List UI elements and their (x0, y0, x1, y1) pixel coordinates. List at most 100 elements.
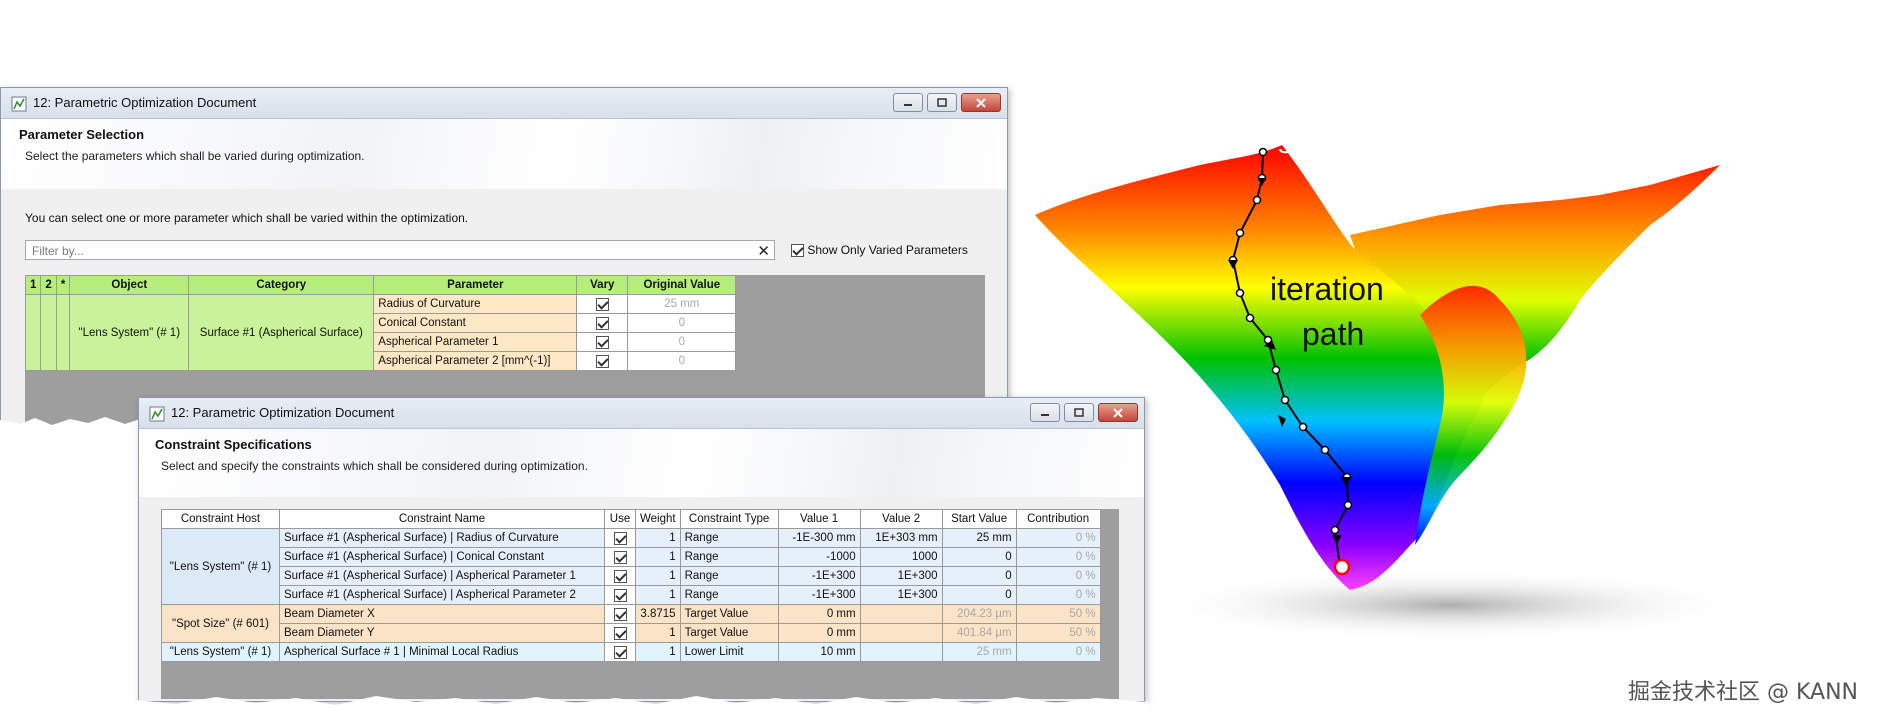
table-row[interactable]: "Spot Size" (# 601) Beam Diameter X 3.87… (161, 604, 1101, 643)
parameter-cell[interactable]: Aspherical Parameter 2 [mm^(-1)] (373, 351, 578, 371)
weight-cell[interactable]: 1 (635, 528, 681, 548)
value2-cell[interactable] (859, 604, 943, 624)
value1-cell[interactable]: 0 mm (777, 623, 861, 643)
value2-cell[interactable]: 1E+303 mm (859, 528, 943, 548)
constraint-type-cell[interactable]: Target Value (679, 623, 779, 643)
value1-cell[interactable]: -1E+300 (777, 566, 861, 586)
column-header[interactable]: Value 1 (777, 509, 861, 529)
use-checkbox[interactable] (613, 607, 627, 621)
start-value-cell: 0 (941, 585, 1017, 605)
value2-cell[interactable] (859, 642, 943, 662)
clear-filter-icon[interactable]: ✕ (757, 242, 770, 260)
column-header[interactable]: 1 (24, 275, 42, 295)
use-checkbox[interactable] (613, 588, 627, 602)
constraint-type-cell[interactable]: Lower Limit (679, 642, 779, 662)
column-header[interactable]: * (55, 275, 71, 295)
column-header[interactable]: Constraint Name (279, 509, 605, 529)
parameter-cell[interactable]: Conical Constant (373, 313, 578, 333)
column-header[interactable]: Weight (635, 509, 681, 529)
constraint-host-cell[interactable]: "Spot Size" (# 601) (161, 604, 280, 643)
close-button[interactable] (961, 93, 1001, 112)
weight-cell[interactable]: 3.8715 (635, 604, 681, 624)
use-checkbox[interactable] (613, 550, 627, 564)
surface-shadow (1150, 570, 1740, 640)
column-header[interactable]: Parameter (373, 275, 578, 295)
constraint-type-cell[interactable]: Target Value (679, 604, 779, 624)
start-value-cell: 401.84 µm (941, 623, 1017, 643)
value2-cell[interactable]: 1E+300 (859, 585, 943, 605)
category-cell[interactable]: Surface #1 (Aspherical Surface) (188, 294, 375, 371)
original-value-cell: 0 (627, 332, 737, 352)
constraint-table: Constraint Host Constraint Name Use Weig… (161, 509, 1101, 662)
checkbox-icon[interactable] (791, 244, 804, 258)
column-header[interactable]: Object (69, 275, 190, 295)
show-only-varied-checkbox[interactable]: Show Only Varied Parameters (791, 243, 968, 258)
table-row[interactable]: Beam Diameter Y 1 Target Value 0 mm 401.… (162, 623, 1101, 643)
weight-cell[interactable]: 1 (635, 547, 681, 567)
table-row[interactable]: Surface #1 (Aspherical Surface) | Aspher… (162, 566, 1101, 586)
column-header[interactable]: 2 (40, 275, 57, 295)
value1-cell[interactable]: 10 mm (777, 642, 861, 662)
parameter-cell[interactable]: Radius of Curvature (373, 294, 578, 314)
column-header[interactable]: Vary (576, 275, 629, 295)
vary-checkbox[interactable] (595, 316, 609, 330)
section-title: Constraint Specifications (155, 437, 312, 452)
minimize-button[interactable] (893, 93, 923, 112)
column-header[interactable]: Category (188, 275, 375, 295)
value2-cell[interactable] (859, 623, 943, 643)
use-checkbox[interactable] (613, 569, 627, 583)
constraint-type-cell[interactable]: Range (679, 566, 779, 586)
value2-cell[interactable]: 1000 (859, 547, 943, 567)
constraint-name-cell[interactable]: Beam Diameter Y (279, 623, 605, 643)
table-row[interactable]: "Lens System" (# 1) Surface #1 (Aspheric… (24, 294, 737, 371)
constraint-type-cell[interactable]: Range (679, 528, 779, 548)
constraint-type-cell[interactable]: Range (679, 547, 779, 567)
start-value-cell: 25 mm (941, 528, 1017, 548)
window-titlebar[interactable]: 12: Parametric Optimization Document (1, 88, 1007, 119)
column-header[interactable]: Start Value (941, 509, 1017, 529)
constraint-name-cell[interactable]: Surface #1 (Aspherical Surface) | Conica… (279, 547, 605, 567)
parameter-cell[interactable]: Aspherical Parameter 1 (373, 332, 578, 352)
value1-cell[interactable]: 0 mm (777, 604, 861, 624)
vary-checkbox[interactable] (595, 335, 609, 349)
column-header[interactable]: Use (604, 509, 636, 529)
maximize-button[interactable] (927, 93, 957, 112)
value1-cell[interactable]: -1000 (777, 547, 861, 567)
value1-cell[interactable]: -1E+300 (777, 585, 861, 605)
weight-cell[interactable]: 1 (635, 623, 681, 643)
constraint-type-cell[interactable]: Range (679, 585, 779, 605)
window-titlebar[interactable]: 12: Parametric Optimization Document (139, 398, 1144, 429)
table-row[interactable]: Surface #1 (Aspherical Surface) | Conica… (162, 547, 1101, 567)
constraint-name-cell[interactable]: Beam Diameter X (279, 604, 605, 624)
table-row[interactable]: "Lens System" (# 1) Aspherical Surface #… (161, 642, 1101, 662)
vary-checkbox[interactable] (595, 297, 609, 311)
constraint-name-cell[interactable]: Aspherical Surface # 1 | Minimal Local R… (279, 642, 605, 662)
value1-cell[interactable]: -1E-300 mm (777, 528, 861, 548)
table-row[interactable]: Surface #1 (Aspherical Surface) | Aspher… (162, 585, 1101, 605)
filter-input[interactable]: Filter by... ✕ (25, 240, 775, 260)
use-checkbox[interactable] (613, 531, 627, 545)
object-cell[interactable]: "Lens System" (# 1) (69, 294, 190, 371)
weight-cell[interactable]: 1 (635, 642, 681, 662)
use-checkbox[interactable] (613, 645, 627, 659)
column-header[interactable]: Constraint Host (161, 509, 280, 529)
constraint-host-cell[interactable]: "Lens System" (# 1) (161, 642, 280, 662)
value2-cell[interactable]: 1E+300 (859, 566, 943, 586)
use-checkbox[interactable] (613, 626, 627, 640)
constraint-host-cell[interactable]: "Lens System" (# 1) (161, 528, 280, 605)
column-header[interactable]: Original Value (627, 275, 737, 295)
column-header[interactable]: Value 2 (859, 509, 943, 529)
table-row[interactable]: "Lens System" (# 1) Surface #1 (Aspheric… (161, 528, 1101, 605)
weight-cell[interactable]: 1 (635, 585, 681, 605)
section-description: Select the parameters which shall be var… (25, 149, 365, 163)
optimum-point (1333, 558, 1351, 576)
watermark-text: 掘金技术社区 @ KANN (1628, 680, 1858, 705)
chart-document-icon (149, 406, 165, 422)
constraint-name-cell[interactable]: Surface #1 (Aspherical Surface) | Aspher… (279, 585, 605, 605)
constraint-name-cell[interactable]: Surface #1 (Aspherical Surface) | Radius… (279, 528, 605, 548)
weight-cell[interactable]: 1 (635, 566, 681, 586)
column-header[interactable]: Constraint Type (679, 509, 779, 529)
filter-placeholder: Filter by... (32, 244, 84, 258)
constraint-name-cell[interactable]: Surface #1 (Aspherical Surface) | Aspher… (279, 566, 605, 586)
vary-checkbox[interactable] (595, 354, 609, 368)
